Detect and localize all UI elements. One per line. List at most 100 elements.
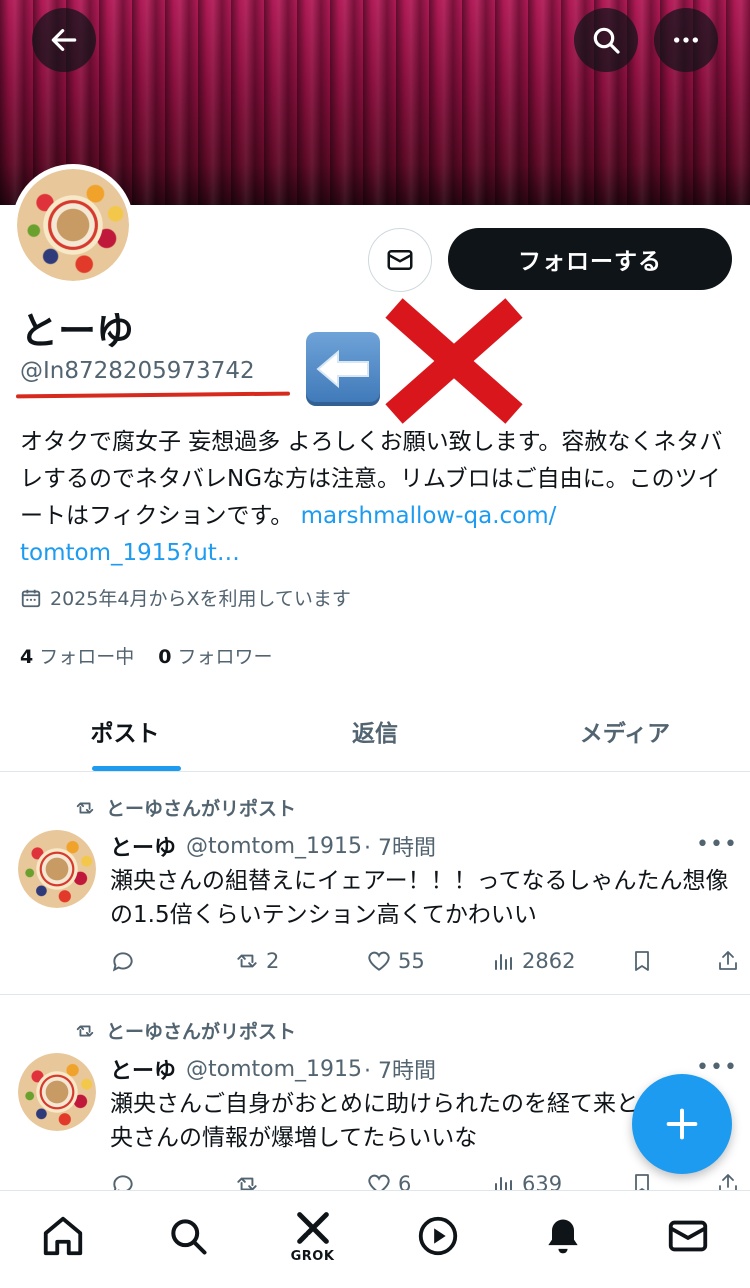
search-icon: [170, 1218, 207, 1255]
grok-icon: [296, 1211, 329, 1244]
more-horizontal-icon: [674, 37, 698, 43]
post-author[interactable]: とーゆ: [110, 1053, 176, 1085]
repost-count: 2: [266, 949, 280, 973]
post-header: とーゆ @tomtom_1915 · 7時間: [110, 1053, 436, 1085]
search-button[interactable]: [574, 8, 638, 72]
cake-image: [18, 830, 96, 908]
nav-notifications[interactable]: [528, 1201, 598, 1271]
share-button[interactable]: [716, 1171, 740, 1190]
back-button[interactable]: [32, 8, 96, 72]
post-more-button[interactable]: •••: [696, 1055, 738, 1080]
heart-icon: [368, 951, 390, 971]
tab-media[interactable]: メディア: [500, 690, 750, 771]
bookmark-icon: [635, 951, 649, 971]
repost-icon: [76, 1025, 94, 1036]
post-item[interactable]: とーゆさんがリポスト とーゆ @tomtom_1915 · 7時間 ••• 瀬央…: [0, 995, 750, 1190]
like-button[interactable]: 6: [366, 1171, 492, 1190]
grok-label: GROK: [290, 1248, 335, 1264]
cake-image: [18, 1053, 96, 1131]
views-icon: [495, 954, 512, 970]
repost-icon: [237, 1177, 257, 1190]
profile-banner[interactable]: [0, 0, 750, 205]
following-count: 4: [20, 646, 34, 668]
follow-button[interactable]: フォローする: [448, 228, 732, 290]
nav-search[interactable]: [153, 1201, 223, 1271]
share-icon: [719, 951, 737, 970]
views-icon: [495, 1177, 512, 1190]
reply-icon: [113, 1175, 133, 1190]
more-button[interactable]: [654, 8, 718, 72]
profile-tabs: ポスト 返信 メディア: [0, 690, 750, 772]
share-button[interactable]: [716, 948, 740, 974]
followers-link[interactable]: 0 フォロワー: [158, 642, 272, 669]
heart-icon: [368, 1174, 390, 1190]
search-icon: [593, 27, 620, 54]
post-item[interactable]: とーゆさんがリポスト とーゆ @tomtom_1915 · 7時間 ••• 瀬央…: [0, 772, 750, 994]
reply-button[interactable]: [110, 948, 234, 974]
bottom-nav: GROK: [0, 1190, 750, 1288]
nav-grok[interactable]: GROK: [278, 1201, 348, 1271]
arrow-left-icon: [51, 29, 77, 51]
views-count: 2862: [522, 949, 576, 973]
nav-video[interactable]: [403, 1201, 473, 1271]
message-button[interactable]: [368, 228, 432, 292]
bell-icon: [547, 1219, 578, 1253]
views-count: 639: [522, 1172, 563, 1190]
tab-posts[interactable]: ポスト: [0, 690, 250, 771]
profile-handle: @In8728205973742: [20, 358, 255, 384]
left-arrow-icon: [306, 332, 380, 406]
post-avatar[interactable]: [18, 1053, 96, 1131]
like-button[interactable]: 55: [366, 948, 492, 974]
profile-name: とーゆ: [20, 309, 135, 353]
bookmark-button[interactable]: [630, 1171, 716, 1190]
repost-button[interactable]: [234, 1171, 366, 1190]
views-button[interactable]: 639: [492, 1172, 630, 1190]
post-time[interactable]: · 7時間: [364, 1053, 436, 1085]
repost-context: とーゆさんがリポスト: [74, 794, 296, 821]
nav-home[interactable]: [28, 1201, 98, 1271]
joined-date: 2025年4月からXを利用しています: [20, 584, 351, 611]
post-actions: 6 639: [110, 1171, 740, 1190]
followers-count: 0: [158, 646, 172, 668]
mail-icon: [387, 250, 413, 270]
repost-context: とーゆさんがリポスト: [74, 1017, 296, 1044]
views-button[interactable]: 2862: [492, 949, 630, 973]
post-time[interactable]: · 7時間: [364, 830, 436, 862]
repost-button[interactable]: 2: [234, 948, 366, 974]
cross-mark-icon: [385, 298, 523, 424]
reply-icon: [112, 952, 133, 972]
reply-button[interactable]: [110, 1171, 234, 1190]
repost-label: とーゆさんがリポスト: [106, 1021, 297, 1043]
calendar-icon: [21, 589, 41, 607]
repost-label: とーゆさんがリポスト: [106, 798, 297, 820]
play-icon: [418, 1216, 457, 1255]
profile-avatar[interactable]: [12, 164, 134, 286]
annotation-underline: [15, 391, 291, 399]
cake-image: [17, 169, 129, 281]
plus-icon: [666, 1108, 698, 1140]
profile-bio: オタクで腐女子 妄想過多 よろしくお願い致します。容赦なくネタバレするのでネタバ…: [20, 424, 735, 572]
following-link[interactable]: 4 フォロー中: [20, 642, 134, 669]
post-more-button[interactable]: •••: [696, 832, 738, 857]
post-author[interactable]: とーゆ: [110, 830, 176, 862]
bookmark-icon: [635, 1174, 649, 1190]
nav-messages[interactable]: [653, 1201, 723, 1271]
share-icon: [719, 1174, 737, 1190]
post-header: とーゆ @tomtom_1915 · 7時間: [110, 830, 436, 862]
followers-label: フォロワー: [177, 646, 273, 668]
following-label: フォロー中: [39, 646, 135, 668]
post-actions: 2 55 2862: [110, 948, 740, 974]
post-handle[interactable]: @tomtom_1915: [186, 1057, 362, 1082]
home-icon: [43, 1216, 82, 1255]
like-count: 6: [398, 1172, 412, 1190]
bookmark-button[interactable]: [630, 948, 716, 974]
mail-icon: [668, 1220, 707, 1251]
compose-button[interactable]: [632, 1074, 732, 1174]
post-handle[interactable]: @tomtom_1915: [186, 834, 362, 859]
joined-text: 2025年4月からXを利用しています: [50, 588, 351, 610]
repost-icon: [76, 802, 94, 813]
follow-counts: 4 フォロー中 0 フォロワー: [20, 642, 273, 669]
post-avatar[interactable]: [18, 830, 96, 908]
tab-replies[interactable]: 返信: [250, 690, 500, 771]
repost-icon: [237, 954, 257, 968]
